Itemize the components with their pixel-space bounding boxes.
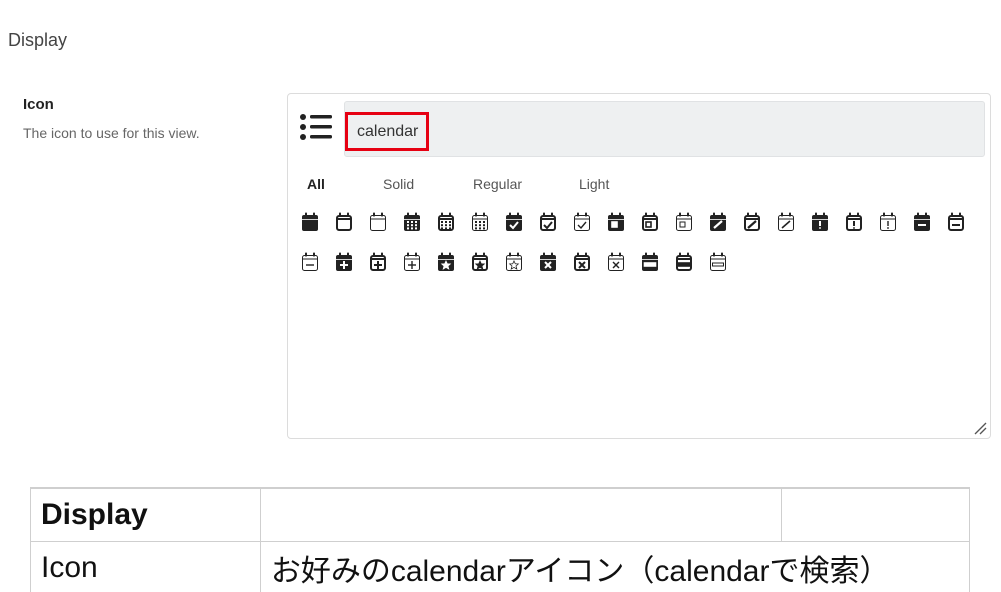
calendar-edit-regular-icon[interactable] xyxy=(742,211,776,233)
table-cell: Display xyxy=(30,487,261,542)
calendar-star-regular-icon[interactable] xyxy=(470,251,504,273)
resize-handle-icon[interactable] xyxy=(973,421,987,435)
icon-row xyxy=(300,251,742,273)
calendar-solid-icon[interactable] xyxy=(300,211,334,233)
calendar-minus-solid-icon[interactable] xyxy=(912,211,946,233)
calendar-edit-light-icon[interactable] xyxy=(776,211,810,233)
tab-all[interactable]: All xyxy=(307,176,325,192)
calendar-exclamation-solid-icon[interactable] xyxy=(810,211,844,233)
calendar-check-solid-icon[interactable] xyxy=(504,211,538,233)
tab-regular[interactable]: Regular xyxy=(473,176,522,192)
field-description: The icon to use for this view. xyxy=(23,125,200,141)
table-cell: お好みのcalendarアイコン（calendarで検索） xyxy=(259,540,971,592)
settings-table: Display Icon お好みのcalendarアイコン（calendarで検… xyxy=(30,487,971,592)
calendar-minus-light-icon[interactable] xyxy=(300,251,334,273)
icon-picker: All Solid Regular Light xyxy=(287,93,991,439)
tab-solid[interactable]: Solid xyxy=(383,176,414,192)
icon-search-input[interactable] xyxy=(345,112,429,151)
section-title: Display xyxy=(8,30,68,50)
list-icon[interactable] xyxy=(299,112,333,142)
calendar-times-solid-icon[interactable] xyxy=(538,251,572,273)
calendar-alt-regular-icon[interactable] xyxy=(436,211,470,233)
calendar-alt-light-icon[interactable] xyxy=(470,211,504,233)
field-label: Icon xyxy=(23,96,54,113)
calendar-minus-regular-icon[interactable] xyxy=(946,211,980,233)
calendar-check-regular-icon[interactable] xyxy=(538,211,572,233)
table-cell xyxy=(781,487,970,542)
calendar-plus-light-icon[interactable] xyxy=(402,251,436,273)
calendar-day-light-icon[interactable] xyxy=(674,211,708,233)
calendar-times-light-icon[interactable] xyxy=(606,251,640,273)
calendar-times-regular-icon[interactable] xyxy=(572,251,606,273)
calendar-week-regular-icon[interactable] xyxy=(674,251,708,273)
table-row: Icon お好みのcalendarアイコン（calendarで検索） xyxy=(30,540,971,592)
calendar-regular-icon[interactable] xyxy=(334,211,368,233)
calendar-day-solid-icon[interactable] xyxy=(606,211,640,233)
icon-row xyxy=(300,211,980,233)
table-row: Display xyxy=(30,487,970,542)
calendar-star-light-icon[interactable] xyxy=(504,251,538,273)
calendar-check-light-icon[interactable] xyxy=(572,211,606,233)
calendar-star-solid-icon[interactable] xyxy=(436,251,470,273)
calendar-week-solid-icon[interactable] xyxy=(640,251,674,273)
calendar-exclamation-regular-icon[interactable] xyxy=(844,211,878,233)
calendar-week-light-icon[interactable] xyxy=(708,251,742,273)
calendar-exclamation-light-icon[interactable] xyxy=(878,211,912,233)
calendar-light-icon[interactable] xyxy=(368,211,402,233)
calendar-edit-solid-icon[interactable] xyxy=(708,211,742,233)
calendar-plus-regular-icon[interactable] xyxy=(368,251,402,273)
calendar-day-regular-icon[interactable] xyxy=(640,211,674,233)
tab-light[interactable]: Light xyxy=(579,176,609,192)
table-cell: Icon xyxy=(30,540,261,592)
calendar-plus-solid-icon[interactable] xyxy=(334,251,368,273)
calendar-alt-solid-icon[interactable] xyxy=(402,211,436,233)
search-box[interactable] xyxy=(344,101,985,157)
table-cell xyxy=(259,487,783,542)
